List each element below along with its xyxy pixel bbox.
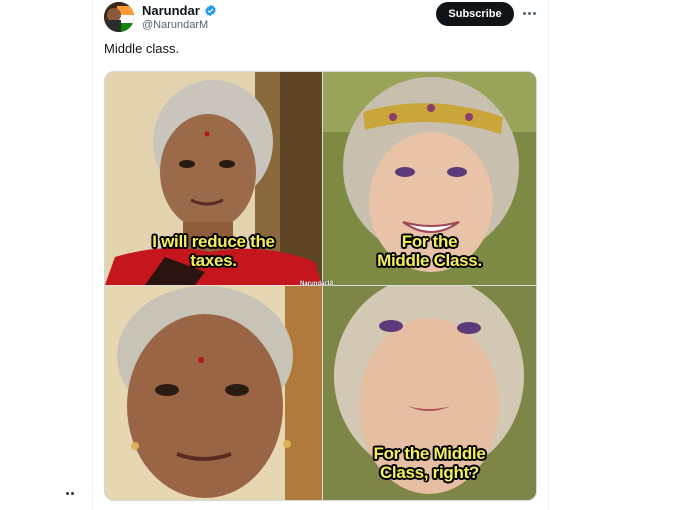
author-display-name[interactable]: Narundar <box>142 3 200 18</box>
timeline-border-left <box>92 0 93 510</box>
meme-panel-bottom-left <box>105 286 322 500</box>
woman-closeup-image <box>105 286 322 500</box>
meme-panel-bottom-right: For the Middle Class, right? <box>323 286 536 500</box>
meme-panel-top-left: I will reduce the taxes. <box>105 72 322 285</box>
meme-caption-top-right: For the Middle Class. <box>323 232 536 270</box>
meme-caption-top-left-line: taxes. <box>190 251 237 270</box>
meme-watermark: Narundar18 <box>300 281 334 287</box>
meme-caption-bottom-right-line: Class, right? <box>379 463 480 482</box>
avatar[interactable] <box>104 2 134 32</box>
meme-caption-top-left-line: I will reduce the <box>152 232 275 251</box>
timeline-border-right <box>548 0 549 510</box>
meme-caption-top-right-line: Middle Class. <box>377 251 482 270</box>
more-options-icon[interactable] <box>520 5 538 21</box>
left-gutter <box>0 0 92 510</box>
meme-panel-top-right: For the Middle Class. <box>323 72 536 285</box>
meme-caption-top-left: I will reduce the taxes. <box>105 232 322 270</box>
avatar-image <box>104 2 134 32</box>
author-name-row: Narundar <box>142 3 217 18</box>
meme-caption-bottom-right: For the Middle Class, right? <box>323 444 536 482</box>
tweet-text: Middle class. <box>104 41 180 56</box>
author-handle[interactable]: @NarundarM <box>142 19 208 31</box>
tweet-media[interactable]: I will reduce the taxes. For the Middle Cl… <box>104 71 537 501</box>
side-more-icon[interactable] <box>66 492 76 496</box>
meme-caption-top-right-line: For the <box>401 232 458 251</box>
meme-caption-bottom-right-line: For the Middle <box>373 444 486 463</box>
subscribe-button[interactable]: Subscribe <box>436 2 514 26</box>
verified-badge-icon <box>205 4 216 17</box>
